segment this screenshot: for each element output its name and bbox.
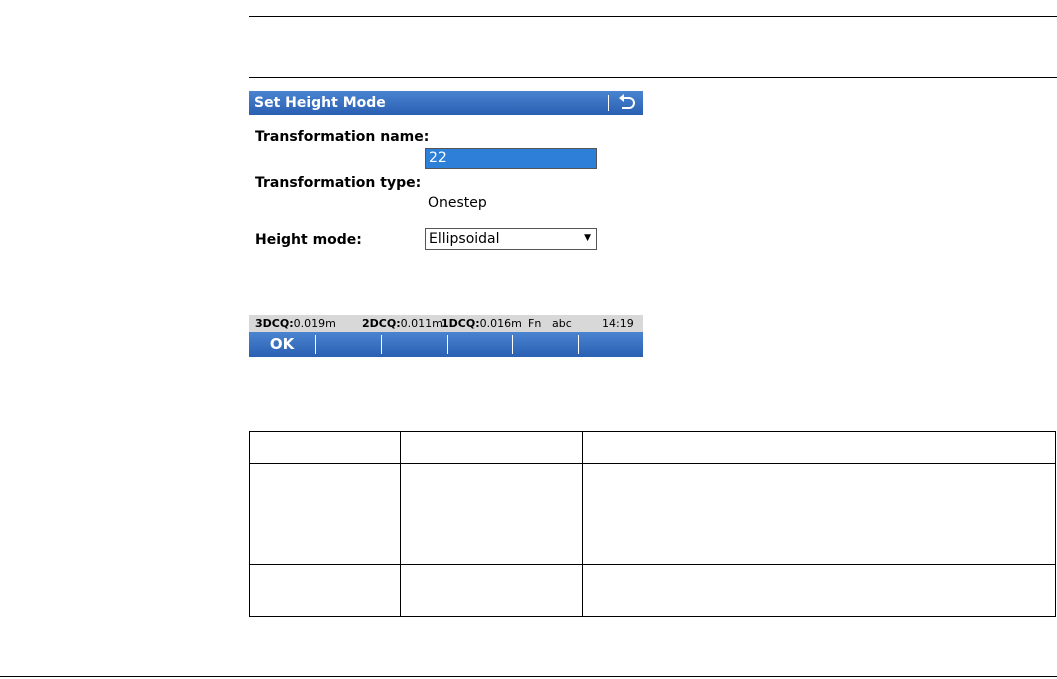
3dcq-label: 3DCQ: bbox=[255, 317, 294, 330]
1dcq-value: 0.016m bbox=[479, 317, 522, 330]
transformation-name-field[interactable]: 22 bbox=[425, 148, 597, 169]
height-mode-select[interactable]: Ellipsoidal ▼ bbox=[425, 228, 597, 250]
device-screen: Set Height Mode Transformation name: 22 … bbox=[249, 91, 643, 357]
height-mode-label: Height mode: bbox=[255, 232, 362, 248]
ok-button[interactable]: OK bbox=[249, 332, 315, 357]
description-table bbox=[249, 431, 1057, 617]
top-rule bbox=[249, 16, 1057, 17]
input-mode-indicator: abc bbox=[552, 317, 572, 330]
softkey-bar: OK bbox=[249, 332, 643, 357]
table-cell bbox=[399, 564, 583, 617]
softkey-2[interactable] bbox=[316, 332, 381, 357]
table-cell bbox=[249, 564, 401, 617]
table-row bbox=[249, 564, 1057, 617]
height-mode-value: Ellipsoidal bbox=[429, 231, 500, 247]
status-bar: 3DCQ:0.019m 2DCQ:0.011m 1DCQ:0.016m Fn a… bbox=[249, 315, 643, 332]
bottom-rule bbox=[0, 676, 1057, 677]
softkey-5[interactable] bbox=[513, 332, 578, 357]
2dcq-label: 2DCQ: bbox=[362, 317, 401, 330]
2dcq-value: 0.011m bbox=[400, 317, 443, 330]
table-header-cell bbox=[581, 431, 1057, 464]
section-rule bbox=[249, 77, 1057, 78]
table-header-cell bbox=[399, 431, 583, 464]
transformation-type-value: Onestep bbox=[428, 195, 487, 211]
back-arrow-icon[interactable] bbox=[615, 93, 637, 113]
table-cell bbox=[249, 463, 401, 565]
clock: 14:19 bbox=[602, 317, 634, 330]
softkey-4[interactable] bbox=[448, 332, 512, 357]
screen-title: Set Height Mode bbox=[254, 95, 386, 111]
softkey-6[interactable] bbox=[579, 332, 643, 357]
softkey-3[interactable] bbox=[382, 332, 447, 357]
title-divider bbox=[608, 95, 609, 111]
transformation-type-label: Transformation type: bbox=[255, 175, 422, 191]
dropdown-arrow-icon: ▼ bbox=[584, 233, 591, 243]
transformation-name-label: Transformation name: bbox=[255, 129, 430, 145]
table-header-row bbox=[249, 431, 1057, 464]
table-cell bbox=[581, 463, 1057, 565]
fn-indicator: Fn bbox=[528, 317, 542, 330]
table-cell bbox=[399, 463, 583, 565]
table-cell bbox=[581, 564, 1057, 617]
title-bar: Set Height Mode bbox=[249, 91, 643, 115]
3dcq-value: 0.019m bbox=[293, 317, 336, 330]
table-row bbox=[249, 463, 1057, 565]
1dcq-label: 1DCQ: bbox=[441, 317, 480, 330]
table-header-cell bbox=[249, 431, 401, 464]
